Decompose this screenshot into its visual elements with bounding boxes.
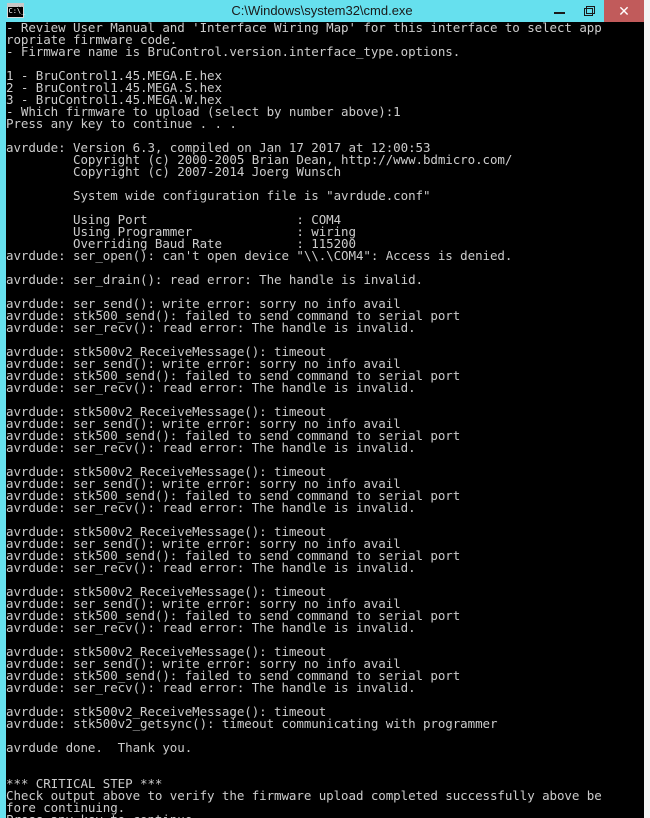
console-line: Press any key to continue . . .	[6, 116, 237, 131]
console-line: Press any key to continue . . .	[6, 813, 644, 818]
cmd-console-icon: .. C:\_	[6, 3, 26, 19]
console-line: avrdude: ser_recv(): read error: The han…	[6, 680, 416, 695]
close-button[interactable]: ✕	[604, 0, 644, 22]
console-line: avrdude: ser_drain(): read error: The ha…	[6, 272, 423, 287]
console-output[interactable]: - Review User Manual and 'Interface Wiri…	[6, 22, 644, 818]
cmd-icon-prompt-text: C:\_	[8, 7, 26, 15]
console-line: avrdude: ser_recv(): read error: The han…	[6, 320, 416, 335]
minimize-icon	[553, 12, 565, 14]
console-line: avrdude: ser_open(): can't open device "…	[6, 248, 513, 263]
maximize-restore-button[interactable]	[574, 0, 604, 22]
console-area: - Review User Manual and 'Interface Wiri…	[0, 22, 644, 818]
restore-icon	[583, 6, 595, 16]
console-line: avrdude: ser_recv(): read error: The han…	[6, 560, 416, 575]
console-line: avrdude: ser_recv(): read error: The han…	[6, 440, 416, 455]
desktop-right-sliver	[644, 0, 650, 818]
console-line: avrdude: ser_recv(): read error: The han…	[6, 620, 416, 635]
console-line: avrdude: stk500v2_getsync(): timeout com…	[6, 716, 498, 731]
window-controls: ✕	[544, 0, 644, 22]
console-line: System wide configuration file is "avrdu…	[6, 188, 431, 203]
console-line: avrdude done. Thank you.	[6, 740, 193, 755]
console-line: Copyright (c) 2007-2014 Joerg Wunsch	[6, 164, 342, 179]
window-titlebar[interactable]: .. C:\_ C:\Windows\system32\cmd.exe ✕	[0, 0, 644, 22]
console-line: avrdude: ser_recv(): read error: The han…	[6, 380, 416, 395]
cmd-console-window: .. C:\_ C:\Windows\system32\cmd.exe ✕ - …	[0, 0, 644, 818]
minimize-button[interactable]	[544, 0, 574, 22]
console-line: - Firmware name is BruControl.version.in…	[6, 44, 461, 59]
console-line: avrdude: ser_recv(): read error: The han…	[6, 500, 416, 515]
